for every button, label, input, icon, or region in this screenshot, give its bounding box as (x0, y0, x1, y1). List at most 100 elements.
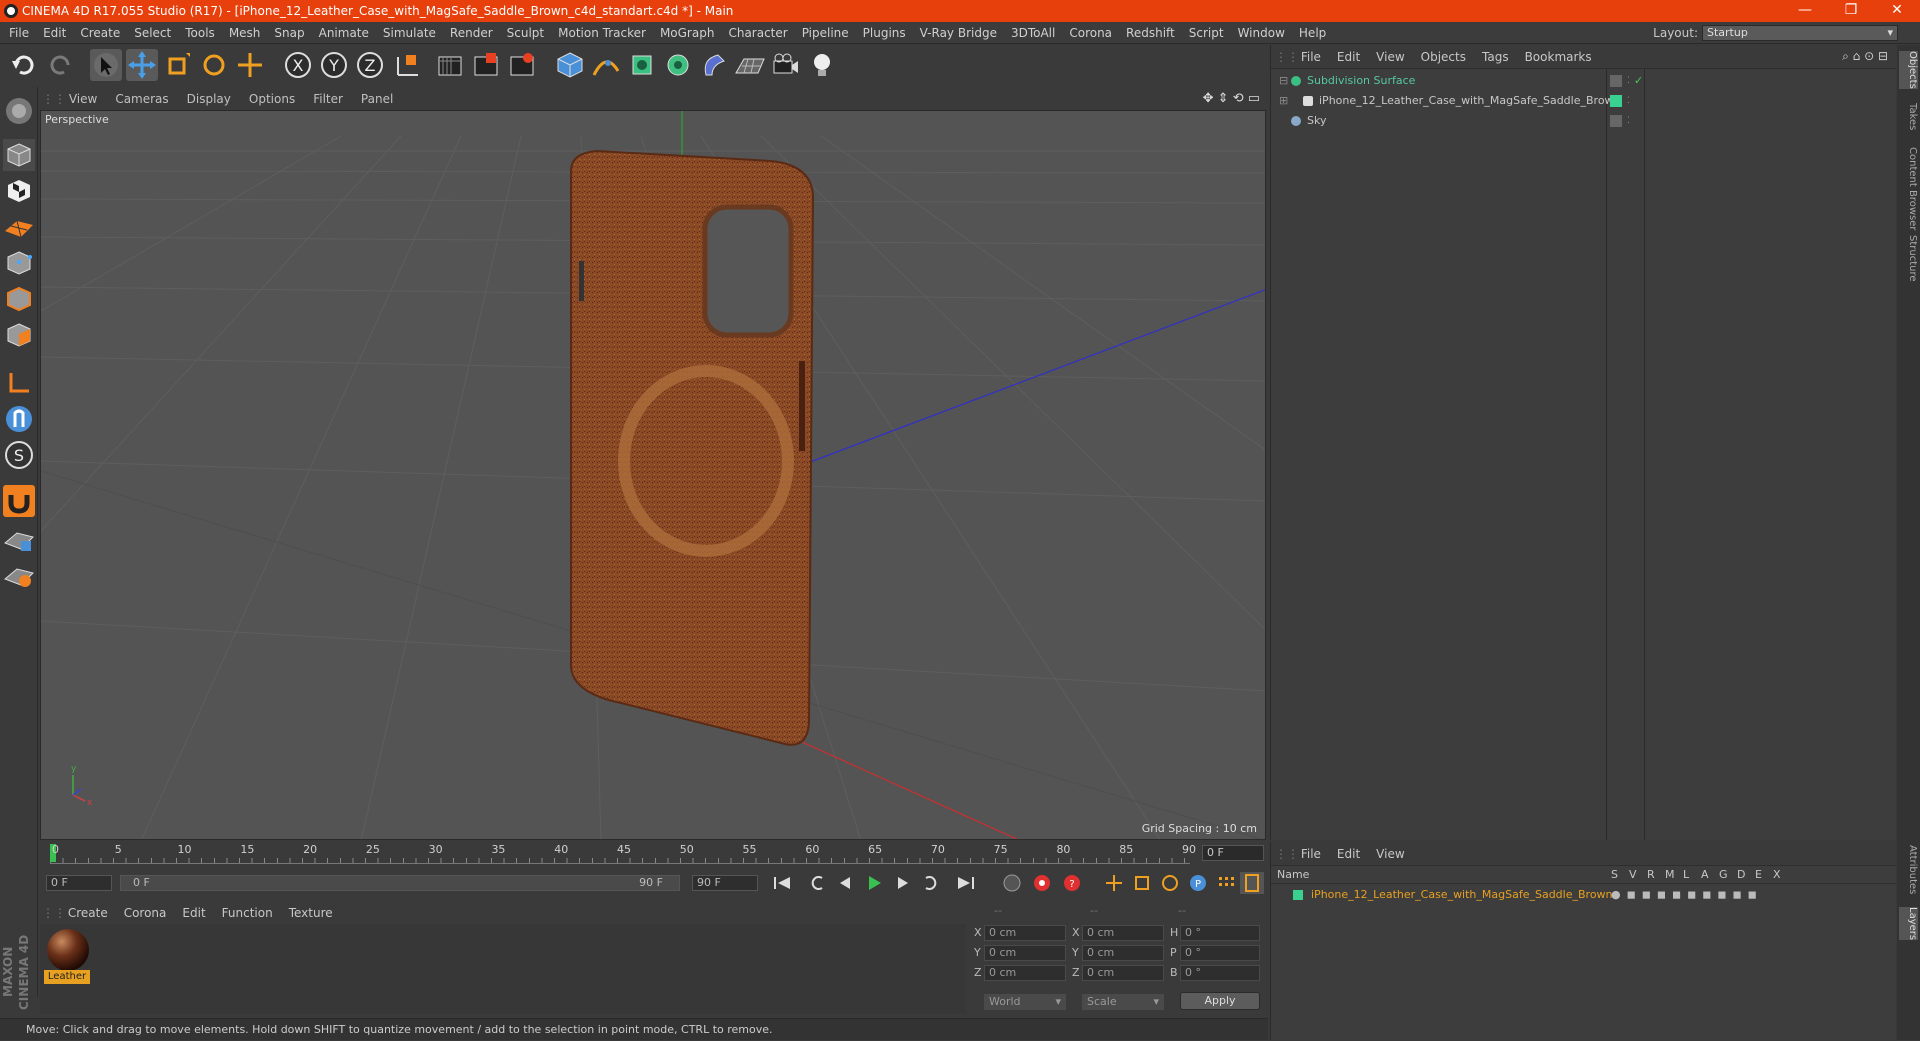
object-name[interactable]: Subdivision Surface (1307, 71, 1415, 91)
object-row-iphone-12-leather-case-with-magsafe-saddle-brown[interactable]: ⊞ iPhone_12_Leather_Case_with_MagSafe_Sad… (1271, 91, 1896, 111)
menu-create[interactable]: Create (73, 22, 127, 44)
objects-menu-objects[interactable]: Objects (1413, 45, 1474, 69)
close-button[interactable]: ✕ (1874, 0, 1920, 22)
render-view-button[interactable] (434, 49, 466, 81)
size-x-field[interactable]: 0 cm (1082, 925, 1164, 941)
coordinate-system-button[interactable] (392, 49, 424, 81)
layer-tag-icon[interactable] (1610, 115, 1622, 127)
layer-column-e[interactable]: E (1755, 868, 1762, 881)
preview-range-slider[interactable]: 0 F 90 F (120, 875, 680, 891)
move-tool-button[interactable] (126, 49, 158, 81)
edges-mode-button[interactable] (3, 283, 35, 315)
material-menu-edit[interactable]: Edit (174, 902, 213, 924)
position-z-field[interactable]: 0 cm (984, 965, 1066, 981)
tree-expander-icon[interactable]: ⊞ (1279, 91, 1288, 111)
rotate-tool-button[interactable] (198, 49, 230, 81)
visibility-dots-icon[interactable]: ⁚ (1627, 111, 1630, 131)
layer-column-r[interactable]: R (1647, 868, 1655, 881)
side-tab-layers[interactable]: Layers (1899, 907, 1918, 941)
apply-button[interactable]: Apply (1180, 992, 1260, 1010)
layer-column-x[interactable]: X (1773, 868, 1781, 881)
rotation-p-field[interactable]: 0 ° (1180, 945, 1260, 961)
object-name[interactable]: iPhone_12_Leather_Case_with_MagSafe_Sadd… (1319, 91, 1621, 111)
object-name[interactable]: Sky (1307, 111, 1326, 131)
menu-window[interactable]: Window (1231, 22, 1292, 44)
position-x-field[interactable]: 0 cm (984, 925, 1066, 941)
menu-render[interactable]: Render (443, 22, 500, 44)
menu-simulate[interactable]: Simulate (376, 22, 443, 44)
locked-workplane-button[interactable] (3, 523, 35, 555)
cube-object-button[interactable] (554, 49, 586, 81)
layers-menu-file[interactable]: File (1293, 842, 1329, 866)
side-tab-content-browser[interactable]: Content Browser (1899, 147, 1918, 230)
world-select[interactable]: World ▾ (984, 994, 1066, 1010)
light-object-button[interactable] (806, 49, 838, 81)
subdivision-surface-button[interactable] (626, 49, 658, 81)
autokey-icon[interactable]: ? (1060, 872, 1084, 894)
menu-animate[interactable]: Animate (312, 22, 376, 44)
side-tab-takes[interactable]: Takes (1899, 103, 1918, 130)
side-tab-attributes[interactable]: Attributes (1899, 845, 1918, 894)
timeline-ruler[interactable]: 0 5 10 15 20 25 30 35 40 45 50 55 60 65 70 75 80 85 90 0 F (40, 842, 1266, 866)
menu-v-ray-bridge[interactable]: V-Ray Bridge (913, 22, 1004, 44)
menu-character[interactable]: Character (721, 22, 794, 44)
tree-expander-icon[interactable]: ⊟ (1279, 71, 1288, 91)
make-editable-button[interactable] (3, 95, 35, 127)
side-tab-structure[interactable]: Structure (1899, 235, 1918, 282)
position-y-field[interactable]: 0 cm (984, 945, 1066, 961)
planar-workplane-button[interactable] (3, 559, 35, 591)
size-z-field[interactable]: 0 cm (1082, 965, 1164, 981)
key-pla-icon[interactable] (1214, 872, 1238, 894)
viewport-menu-display[interactable]: Display (178, 88, 240, 110)
viewport-nav-icons[interactable]: ✥ ⇕ ⟲ ▭ (1203, 91, 1260, 106)
menu-mograph[interactable]: MoGraph (653, 22, 722, 44)
camera-object-button[interactable] (770, 49, 802, 81)
play-icon[interactable] (862, 872, 886, 894)
previous-frame-icon[interactable] (834, 872, 858, 894)
material-menu-function[interactable]: Function (214, 902, 281, 924)
previous-key-icon[interactable] (806, 872, 830, 894)
layer-column-m[interactable]: M (1665, 868, 1675, 881)
objects-menu-tags[interactable]: Tags (1474, 45, 1517, 69)
layer-color-swatch[interactable] (1293, 890, 1303, 900)
end-frame-field[interactable]: 90 F (692, 875, 758, 891)
spline-pen-button[interactable] (590, 49, 622, 81)
menu-sculpt[interactable]: Sculpt (500, 22, 551, 44)
objects-menu-bookmarks[interactable]: Bookmarks (1517, 45, 1600, 69)
menu-help[interactable]: Help (1292, 22, 1333, 44)
deformer-button[interactable] (698, 49, 730, 81)
menu-corona[interactable]: Corona (1062, 22, 1119, 44)
menu-select[interactable]: Select (127, 22, 178, 44)
tweak-mode-button[interactable] (3, 403, 35, 435)
layer-column-a[interactable]: A (1701, 868, 1709, 881)
live-selection-button[interactable] (234, 49, 266, 81)
material-menu-corona[interactable]: Corona (116, 902, 175, 924)
scale-tool-button[interactable] (162, 49, 194, 81)
rotation-h-field[interactable]: 0 ° (1180, 925, 1260, 941)
model-mode-button[interactable] (3, 139, 35, 171)
menu-motion-tracker[interactable]: Motion Tracker (551, 22, 653, 44)
layer-column-l[interactable]: L (1683, 868, 1689, 881)
layers-menu-edit[interactable]: Edit (1329, 842, 1368, 866)
viewport-menu-filter[interactable]: Filter (304, 88, 352, 110)
material-menu-texture[interactable]: Texture (281, 902, 341, 924)
redo-button[interactable] (44, 49, 76, 81)
current-frame-field[interactable]: 0 F (1202, 845, 1264, 861)
size-y-field[interactable]: 0 cm (1082, 945, 1164, 961)
next-frame-icon[interactable] (890, 872, 914, 894)
search-icon[interactable]: ⌕ ⌂ ⊙ ⊟ (1842, 49, 1888, 64)
cloner-button[interactable] (662, 49, 694, 81)
key-parameter-icon[interactable]: P (1186, 872, 1210, 894)
visibility-dots-icon[interactable]: ⁚ (1627, 91, 1630, 111)
menu-redshift[interactable]: Redshift (1119, 22, 1182, 44)
key-position-icon[interactable] (1102, 872, 1126, 894)
material-menu-create[interactable]: Create (60, 902, 116, 924)
menu-file[interactable]: File (2, 22, 36, 44)
viewport-menu-panel[interactable]: Panel (352, 88, 402, 110)
layer-column-g[interactable]: G (1719, 868, 1728, 881)
go-to-start-icon[interactable] (770, 872, 794, 894)
key-scale-icon[interactable] (1130, 872, 1154, 894)
leather-material-thumbnail[interactable]: Leather (42, 926, 92, 986)
menu-3dtoall[interactable]: 3DToAll (1004, 22, 1062, 44)
objects-menu-file[interactable]: File (1293, 45, 1329, 69)
